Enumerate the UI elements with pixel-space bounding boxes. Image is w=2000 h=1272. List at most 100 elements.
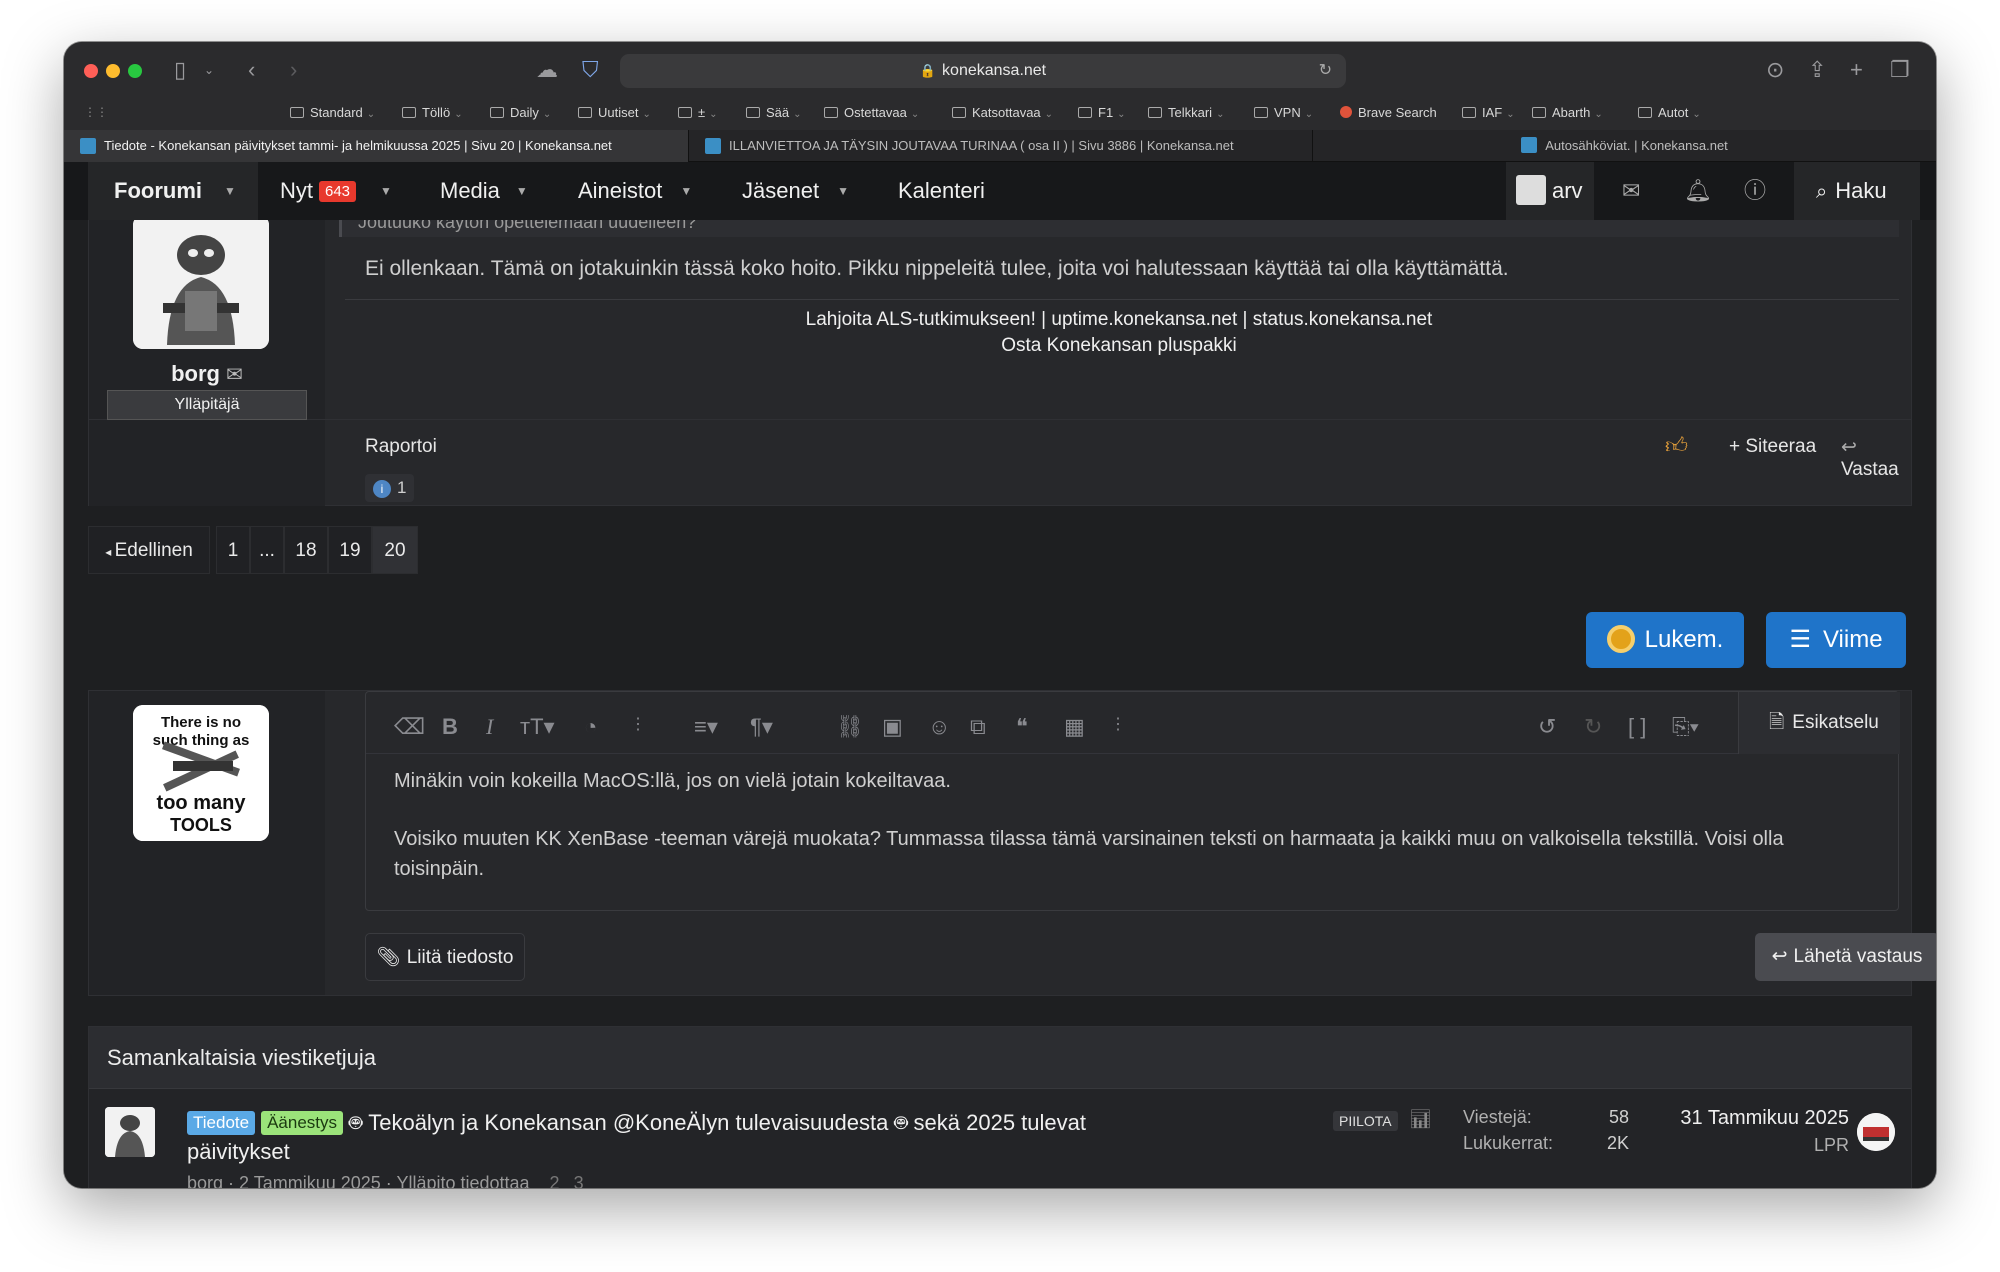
avatar[interactable] [1857, 1113, 1895, 1151]
more-icon[interactable]: ⋮ [1110, 714, 1126, 734]
read-button[interactable]: Lukem. [1586, 612, 1744, 668]
bookmark-folder[interactable]: Uutiset ⌄ [578, 105, 651, 120]
nav-jasenet[interactable]: Jäsenet ▼ [742, 162, 849, 220]
thread-page-link[interactable]: 3 [574, 1173, 584, 1188]
undo-icon[interactable]: ↺ [1538, 714, 1556, 740]
bookmark-folder[interactable]: Katsottavaa ⌄ [952, 105, 1053, 120]
cloud-icon[interactable]: ☁ [536, 58, 558, 82]
search-button[interactable]: ⌕ Haku [1794, 162, 1920, 220]
attach-file-button[interactable]: 📎︎ Liitä tiedosto [365, 933, 525, 981]
nav-nyt[interactable]: Nyt 643 ▼ [280, 162, 392, 220]
last-post-date[interactable]: 31 Tammikuu 2025 [1649, 1107, 1849, 1130]
stats-icon[interactable]: 📊︎ [1409, 1109, 1432, 1130]
sidebar-toggle-icon[interactable]: ▯ [174, 58, 186, 82]
page-link[interactable]: 19 [328, 526, 372, 574]
reply-button[interactable]: ↩ Vastaa [1841, 436, 1911, 481]
address-bar[interactable]: 🔒 konekansa.net ↻ [620, 54, 1346, 88]
smiley-icon[interactable]: ☺ [928, 714, 950, 740]
last-post-user[interactable]: LPR [1649, 1135, 1849, 1156]
link-icon[interactable]: ⛓ [836, 714, 864, 740]
editor-text[interactable]: Voisiko muuten KK XenBase -teeman värejä… [394, 828, 1784, 851]
tab-illanviettoa[interactable]: ILLANVIETTOA JA TÄYSIN JOUTAVAA TURINAA … [688, 130, 1312, 162]
bookmark-folder[interactable]: Telkkari ⌄ [1148, 105, 1224, 120]
user-menu[interactable]: arv [1506, 162, 1594, 220]
bookmark-folder[interactable]: F1 ⌄ [1078, 105, 1126, 120]
like-icon[interactable]: 👍︎ [1665, 432, 1688, 459]
editor-text[interactable]: toisinpäin. [394, 858, 484, 881]
page-current[interactable]: 20 [372, 526, 418, 574]
new-tab-icon[interactable]: + [1850, 58, 1863, 82]
bookmark-folder[interactable]: Ostettavaa ⌄ [824, 105, 919, 120]
tab-tiedote[interactable]: Tiedote - Konekansan päivitykset tammi- … [64, 130, 688, 162]
bold-icon[interactable]: B [442, 714, 458, 740]
bookmark-folder[interactable]: Standard ⌄ [290, 105, 375, 120]
avatar[interactable] [105, 1107, 155, 1157]
page-ellipsis[interactable]: ... [250, 526, 284, 574]
minimize-window-button[interactable] [106, 64, 120, 78]
paragraph-icon[interactable]: ¶▾ [750, 714, 773, 740]
prefix-aanestys[interactable]: Äänestys [261, 1111, 344, 1135]
bookmark-folder[interactable]: Daily ⌄ [490, 105, 551, 120]
image-icon[interactable]: ▣ [882, 714, 903, 740]
zoom-window-button[interactable] [128, 64, 142, 78]
report-link[interactable]: Raportoi [365, 436, 437, 458]
download-icon[interactable]: ⊙ [1766, 58, 1784, 82]
thread-page-link[interactable]: 2 [550, 1173, 560, 1188]
hide-button[interactable]: PIILOTA [1333, 1111, 1398, 1131]
bookmark-folder[interactable]: Töllö ⌄ [402, 105, 463, 120]
latest-button[interactable]: ☰ Viime [1766, 612, 1906, 668]
bookmark-folder[interactable]: Sää ⌄ [746, 105, 802, 120]
envelope-icon[interactable]: ✉ [226, 364, 243, 386]
prev-page-button[interactable]: ◂ Edellinen [88, 526, 210, 574]
align-icon[interactable]: ≡▾ [694, 714, 718, 740]
page-link[interactable]: 1 [216, 526, 250, 574]
shield-icon[interactable]: ⛉ [582, 58, 599, 82]
avatar[interactable]: There is no such thing as too many TOOLS [133, 705, 269, 841]
page-link[interactable]: 18 [284, 526, 328, 574]
eraser-icon[interactable]: ⌫ [394, 714, 425, 740]
nav-media[interactable]: Media ▼ [440, 162, 528, 220]
bookmark-folder[interactable]: IAF ⌄ [1462, 105, 1515, 120]
post-author[interactable]: borg ✉ [89, 361, 325, 387]
chevron-down-icon[interactable]: ⌄ [204, 58, 214, 82]
nav-foorumi[interactable]: Foorumi ▼ [88, 162, 258, 220]
tab-autosahkoviat[interactable]: Autosähköviat. | Konekansa.net [1312, 130, 1936, 162]
signature-line[interactable]: Lahjoita ALS-tutkimukseen! | uptime.kone… [325, 309, 1913, 331]
editor-text[interactable]: Minäkin voin kokeilla MacOS:llä, jos on … [394, 770, 951, 793]
media-icon[interactable]: ⧉ [970, 714, 986, 740]
grid-icon[interactable]: ⋮⋮ [84, 105, 108, 119]
thread-title[interactable]: Tiedote Äänestys 🤖︎ Tekoälyn ja Konekansan … [187, 1107, 1086, 1139]
thread-title-continued[interactable]: päivitykset [187, 1139, 290, 1165]
text-size-icon[interactable]: тT▾ [520, 714, 555, 740]
back-icon[interactable]: ‹ [248, 58, 255, 82]
reload-icon[interactable]: ↻ [1319, 54, 1332, 88]
more-icon[interactable]: ⋮ [630, 714, 646, 734]
preview-button[interactable]: 🗎 Esikatselu [1738, 692, 1900, 754]
nav-aineistot[interactable]: Aineistot ▼ [578, 162, 692, 220]
italic-icon[interactable]: I [486, 714, 493, 740]
prefix-tiedote[interactable]: Tiedote [187, 1111, 256, 1135]
nav-kalenteri[interactable]: Kalenteri [898, 162, 985, 220]
forward-icon[interactable]: › [290, 58, 297, 82]
bell-icon[interactable]: 🔔︎ [1684, 162, 1712, 220]
palette-icon[interactable]: ◔ [584, 714, 597, 740]
avatar[interactable] [133, 220, 269, 349]
envelope-icon[interactable]: ✉ [1622, 162, 1640, 220]
redo-icon[interactable]: ↻ [1584, 714, 1602, 740]
bookmark-folder[interactable]: Abarth ⌄ [1532, 105, 1603, 120]
signature-line[interactable]: Osta Konekansan pluspakki [325, 335, 1913, 357]
bookmark-folder[interactable]: ± ⌄ [678, 105, 718, 120]
info-icon[interactable]: ⓘ [1744, 162, 1766, 220]
close-window-button[interactable] [84, 64, 98, 78]
bbcode-icon[interactable]: [ ] [1628, 714, 1646, 740]
save-draft-icon[interactable]: ⎘▾ [1672, 714, 1699, 740]
bookmark-folder[interactable]: VPN ⌄ [1254, 105, 1313, 120]
table-icon[interactable]: ▦ [1064, 714, 1085, 740]
submit-reply-button[interactable]: ↩ Lähetä vastaus [1755, 933, 1936, 981]
reaction-summary[interactable]: i1 [365, 474, 415, 502]
bookmark-link[interactable]: Brave Search [1340, 105, 1437, 120]
share-icon[interactable]: ⇪ [1808, 58, 1826, 82]
quote-button[interactable]: + Siteeraa [1729, 436, 1816, 458]
bookmark-folder[interactable]: Autot ⌄ [1638, 105, 1701, 120]
tab-overview-icon[interactable]: ❐ [1890, 58, 1910, 82]
